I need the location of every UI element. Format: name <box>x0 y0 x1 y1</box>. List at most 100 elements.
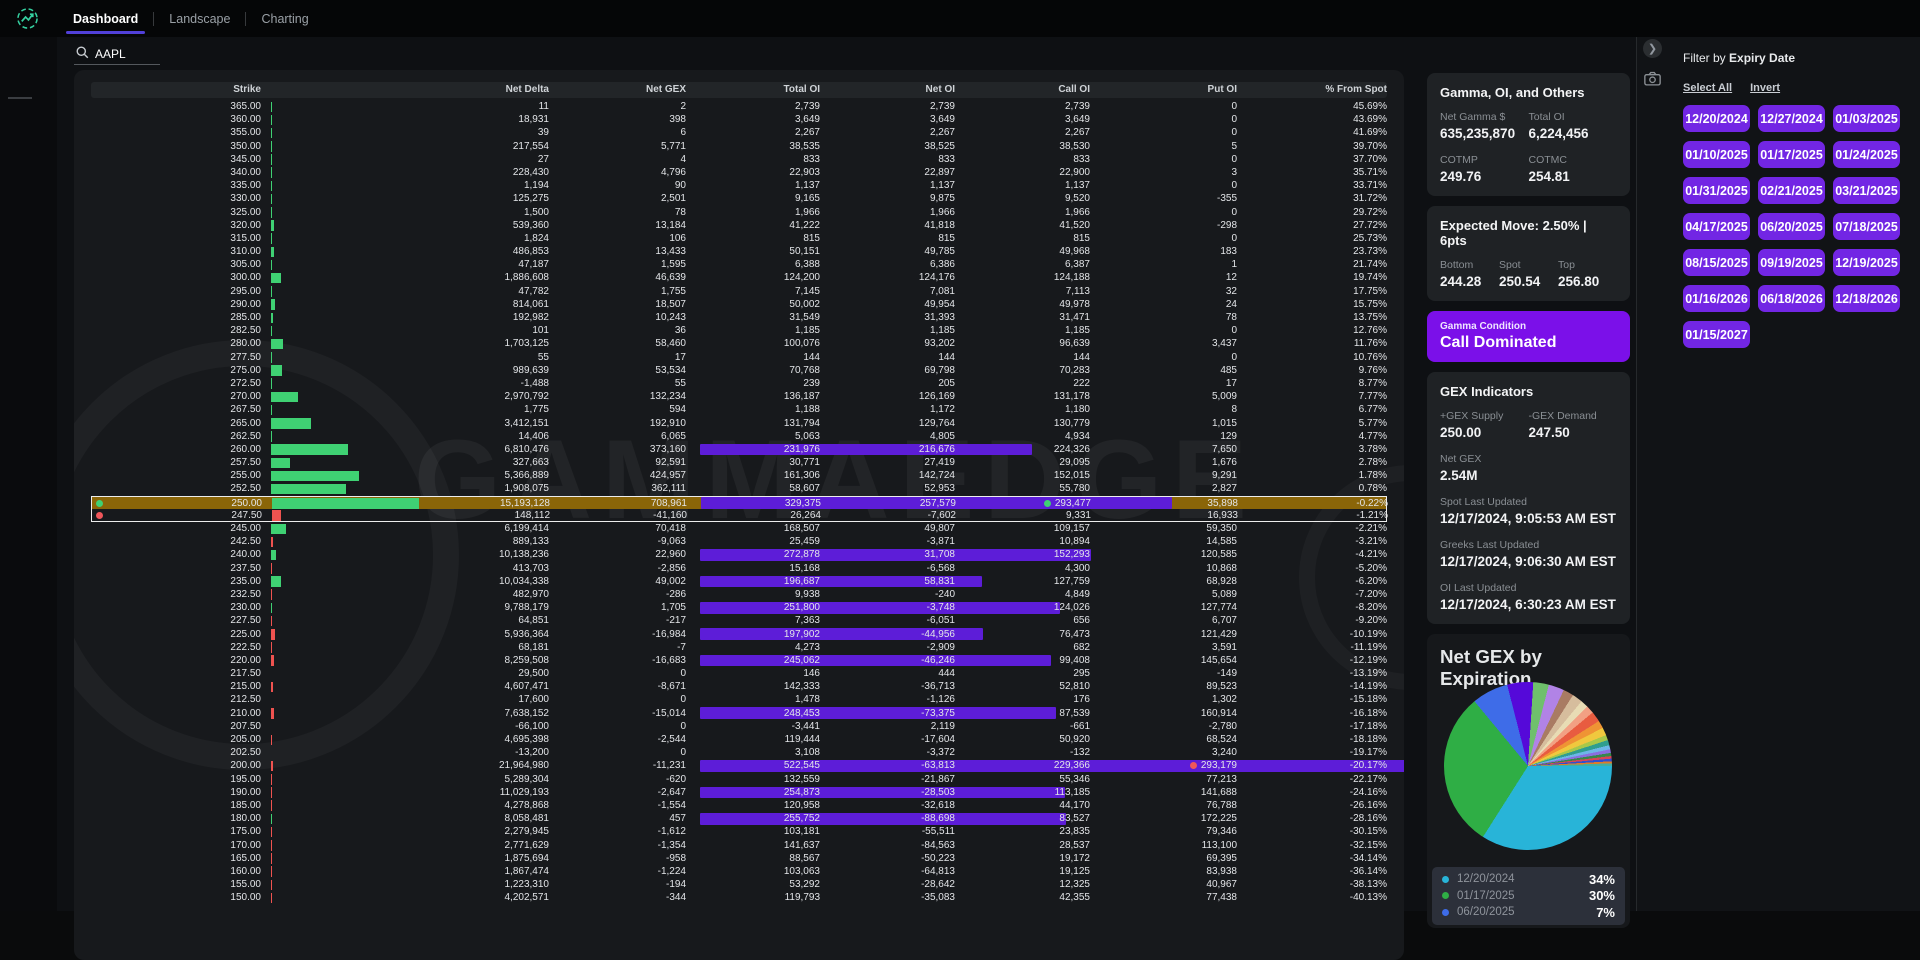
table-row[interactable]: 165.00 1,875,694 -958 88,567 -50,223 19,172 69… <box>91 852 1387 865</box>
expiry-date-button[interactable]: 03/21/2025 <box>1833 177 1900 204</box>
expiry-date-button[interactable]: 04/17/2025 <box>1683 213 1750 240</box>
table-row[interactable]: 365.00 11 2 2,739 2,739 2,739 0 45.69% <box>91 100 1387 113</box>
table-row[interactable]: 202.50 -13,200 0 3,108 -3,372 -132 3,240 -19.17… <box>91 746 1387 759</box>
column-header[interactable]: Strike <box>91 82 261 98</box>
expiry-date-button[interactable]: 01/03/2025 <box>1833 105 1900 132</box>
table-row[interactable]: 340.00 228,430 4,796 22,903 22,897 22,900 3 35.… <box>91 166 1387 179</box>
table-row[interactable]: 195.00 5,289,304 -620 132,559 -21,867 55,346 7… <box>91 773 1387 786</box>
invert-link[interactable]: Invert <box>1750 82 1780 94</box>
table-row[interactable]: 267.50 1,775 594 1,188 1,172 1,180 8 6.77% <box>91 403 1387 416</box>
table-row[interactable]: 282.50 101 36 1,185 1,185 1,185 0 12.76% <box>91 324 1387 337</box>
table-row[interactable]: 230.00 9,788,179 1,705 251,800 -3,748 124,026… <box>91 601 1387 614</box>
table-row[interactable]: 350.00 217,554 5,771 38,535 38,525 38,530 5 39.… <box>91 140 1387 153</box>
table-row[interactable]: 252.50 1,908,075 362,111 58,607 52,953 55,780… <box>91 482 1387 495</box>
column-header[interactable]: Total OI <box>686 82 820 98</box>
expiry-date-button[interactable]: 09/19/2025 <box>1758 249 1825 276</box>
table-row[interactable]: 175.00 2,279,945 -1,612 103,181 -55,511 23,83… <box>91 825 1387 838</box>
table-row[interactable]: 325.00 1,500 78 1,966 1,966 1,966 0 29.72% <box>91 206 1387 219</box>
column-header[interactable]: Net OI <box>820 82 955 98</box>
tab-charting[interactable]: Charting <box>246 0 323 37</box>
table-row[interactable]: 190.00 11,029,193 -2,647 254,873 -28,503 113,… <box>91 786 1387 799</box>
table-row[interactable]: 215.00 4,607,471 -8,671 142,333 -36,713 52,81… <box>91 680 1387 693</box>
camera-icon[interactable] <box>1644 71 1661 86</box>
expiry-date-button[interactable]: 12/27/2024 <box>1758 105 1825 132</box>
table-row[interactable]: 295.00 47,782 1,755 7,145 7,081 7,113 32 17.75% <box>91 285 1387 298</box>
table-row[interactable]: 260.00 6,810,476 373,160 231,976 216,676 224,… <box>91 443 1387 456</box>
table-row[interactable]: 227.50 64,851 -217 7,363 -6,051 656 6,707 -9.20… <box>91 614 1387 627</box>
table-row[interactable]: 335.00 1,194 90 1,137 1,137 1,137 0 33.71% <box>91 179 1387 192</box>
table-row[interactable]: 200.00 21,964,980 -11,231 522,545 -63,813 229… <box>91 759 1404 772</box>
table-row[interactable]: 272.50 -1,488 55 239 205 222 17 8.77% <box>91 377 1387 390</box>
legend-item[interactable]: 01/17/2025 30% <box>1442 888 1615 905</box>
expiry-date-button[interactable]: 06/20/2025 <box>1758 213 1825 240</box>
column-header[interactable]: Call OI <box>955 82 1090 98</box>
table-row[interactable]: 235.00 10,034,338 49,002 196,687 58,831 127,7… <box>91 575 1387 588</box>
table-row[interactable]: 220.00 8,259,508 -16,683 245,062 -46,246 99,4… <box>91 654 1387 667</box>
table-row[interactable]: 275.00 989,639 53,534 70,768 69,798 70,283 485… <box>91 364 1387 377</box>
table-row[interactable]: 212.50 17,600 0 1,478 -1,126 176 1,302 -15.18% <box>91 693 1387 706</box>
table-row[interactable]: 180.00 8,058,481 457 255,752 -88,698 83,527 17… <box>91 812 1387 825</box>
table-row[interactable]: 270.00 2,970,792 132,234 136,187 126,169 131,… <box>91 390 1387 403</box>
search-input[interactable] <box>95 46 150 61</box>
table-cell: 197,902 <box>783 628 820 640</box>
expiry-date-button[interactable]: 12/19/2025 <box>1833 249 1900 276</box>
table-row[interactable]: 250.00 15,193,128 708,961 329,375 257,579 293… <box>91 495 1388 510</box>
table-row[interactable]: 285.00 192,982 10,243 31,549 31,393 31,471 78 1… <box>91 311 1387 324</box>
table-row[interactable]: 210.00 7,638,152 -15,014 248,453 -73,375 87,5… <box>91 707 1387 720</box>
table-row[interactable]: 205.00 4,695,398 -2,544 119,444 -17,604 50,92… <box>91 733 1387 746</box>
expiry-date-button[interactable]: 01/10/2025 <box>1683 141 1750 168</box>
expiry-date-button[interactable]: 01/31/2025 <box>1683 177 1750 204</box>
table-row[interactable]: 265.00 3,412,151 192,910 131,794 129,764 130,… <box>91 417 1387 430</box>
table-row[interactable]: 345.00 27 4 833 833 833 0 37.70% <box>91 153 1387 166</box>
table-row[interactable]: 310.00 486,853 13,433 50,151 49,785 49,968 183… <box>91 245 1387 258</box>
table-row[interactable]: 207.50 -66,100 0 -3,441 2,119 -661 -2,780 -17.1… <box>91 720 1387 733</box>
expiry-date-button[interactable]: 06/18/2026 <box>1758 285 1825 312</box>
table-row[interactable]: 242.50 889,133 -9,063 25,459 -3,871 10,894 14,… <box>91 535 1387 548</box>
table-row[interactable]: 315.00 1,824 106 815 815 815 0 25.73% <box>91 232 1387 245</box>
expiry-date-button[interactable]: 12/20/2024 <box>1683 105 1750 132</box>
table-row[interactable]: 247.50 148,112 -41,160 26,264 -7,602 9,331 16,… <box>91 508 1388 522</box>
tab-landscape[interactable]: Landscape <box>154 0 245 37</box>
table-row[interactable]: 277.50 55 17 144 144 144 0 10.76% <box>91 351 1387 364</box>
table-row[interactable]: 150.00 4,202,571 -344 119,793 -35,083 42,355 7… <box>91 891 1387 904</box>
table-row[interactable]: 245.00 6,199,414 70,418 168,507 49,807 109,15… <box>91 522 1387 535</box>
expiry-date-button[interactable]: 01/15/2027 <box>1683 321 1750 348</box>
table-row[interactable]: 257.50 327,663 92,591 30,771 27,419 29,095 1,6… <box>91 456 1387 469</box>
table-row[interactable]: 225.00 5,936,364 -16,984 197,902 -44,956 76,4… <box>91 628 1387 641</box>
column-header[interactable]: Net GEX <box>549 82 686 98</box>
table-row[interactable]: 232.50 482,970 -286 9,938 -240 4,849 5,089 -7.2… <box>91 588 1387 601</box>
expiry-date-button[interactable]: 01/24/2025 <box>1833 141 1900 168</box>
column-header[interactable]: % From Spot <box>1237 82 1387 98</box>
collapse-panel-icon[interactable]: ❯ <box>1643 39 1662 58</box>
tab-dashboard[interactable]: Dashboard <box>58 0 153 37</box>
column-header[interactable]: Net Delta <box>261 82 549 98</box>
table-row[interactable]: 300.00 1,886,608 46,639 124,200 124,176 124,1… <box>91 271 1387 284</box>
expiry-date-button[interactable]: 12/18/2026 <box>1833 285 1900 312</box>
expiry-date-button[interactable]: 07/18/2025 <box>1833 213 1900 240</box>
table-row[interactable]: 262.50 14,406 6,065 5,063 4,805 4,934 129 4.77% <box>91 430 1387 443</box>
table-row[interactable]: 305.00 47,187 1,595 6,388 6,386 6,387 1 21.74% <box>91 258 1387 271</box>
table-row[interactable]: 155.00 1,223,310 -194 53,292 -28,642 12,325 40… <box>91 878 1387 891</box>
table-row[interactable]: 355.00 39 6 2,267 2,267 2,267 0 41.69% <box>91 126 1387 139</box>
expiry-date-button[interactable]: 01/16/2026 <box>1683 285 1750 312</box>
table-row[interactable]: 330.00 125,275 2,501 9,165 9,875 9,520 -355 31.… <box>91 192 1387 205</box>
table-row[interactable]: 217.50 29,500 0 146 444 295 -149 -13.19% <box>91 667 1387 680</box>
table-row[interactable]: 320.00 539,360 13,184 41,222 41,818 41,520 -29… <box>91 219 1387 232</box>
table-row[interactable]: 255.00 5,366,889 424,957 161,306 142,724 152,… <box>91 469 1387 482</box>
table-row[interactable]: 240.00 10,138,236 22,960 272,878 31,708 152,2… <box>91 548 1387 561</box>
column-header[interactable]: Put OI <box>1090 82 1237 98</box>
table-row[interactable]: 185.00 4,278,868 -1,554 120,958 -32,618 44,17… <box>91 799 1387 812</box>
expiry-date-button[interactable]: 01/17/2025 <box>1758 141 1825 168</box>
table-row[interactable]: 160.00 1,867,474 -1,224 103,063 -64,813 19,12… <box>91 865 1387 878</box>
table-row[interactable]: 290.00 814,061 18,507 50,002 49,954 49,978 24 1… <box>91 298 1387 311</box>
table-row[interactable]: 237.50 413,703 -2,856 15,168 -6,568 4,300 10,8… <box>91 562 1387 575</box>
table-row[interactable]: 222.50 68,181 -7 4,273 -2,909 682 3,591 -11.19% <box>91 641 1387 654</box>
legend-item[interactable]: 06/20/2025 7% <box>1442 904 1615 921</box>
select-all-link[interactable]: Select All <box>1683 82 1732 94</box>
legend-item[interactable]: 12/20/2024 34% <box>1442 871 1615 888</box>
expiry-date-button[interactable]: 02/21/2025 <box>1758 177 1825 204</box>
table-row[interactable]: 280.00 1,703,125 58,460 100,076 93,202 96,639… <box>91 337 1387 350</box>
table-row[interactable]: 170.00 2,771,629 -1,354 141,637 -84,563 28,53… <box>91 839 1387 852</box>
table-row[interactable]: 360.00 18,931 398 3,649 3,649 3,649 0 43.69% <box>91 113 1387 126</box>
expiry-date-button[interactable]: 08/15/2025 <box>1683 249 1750 276</box>
